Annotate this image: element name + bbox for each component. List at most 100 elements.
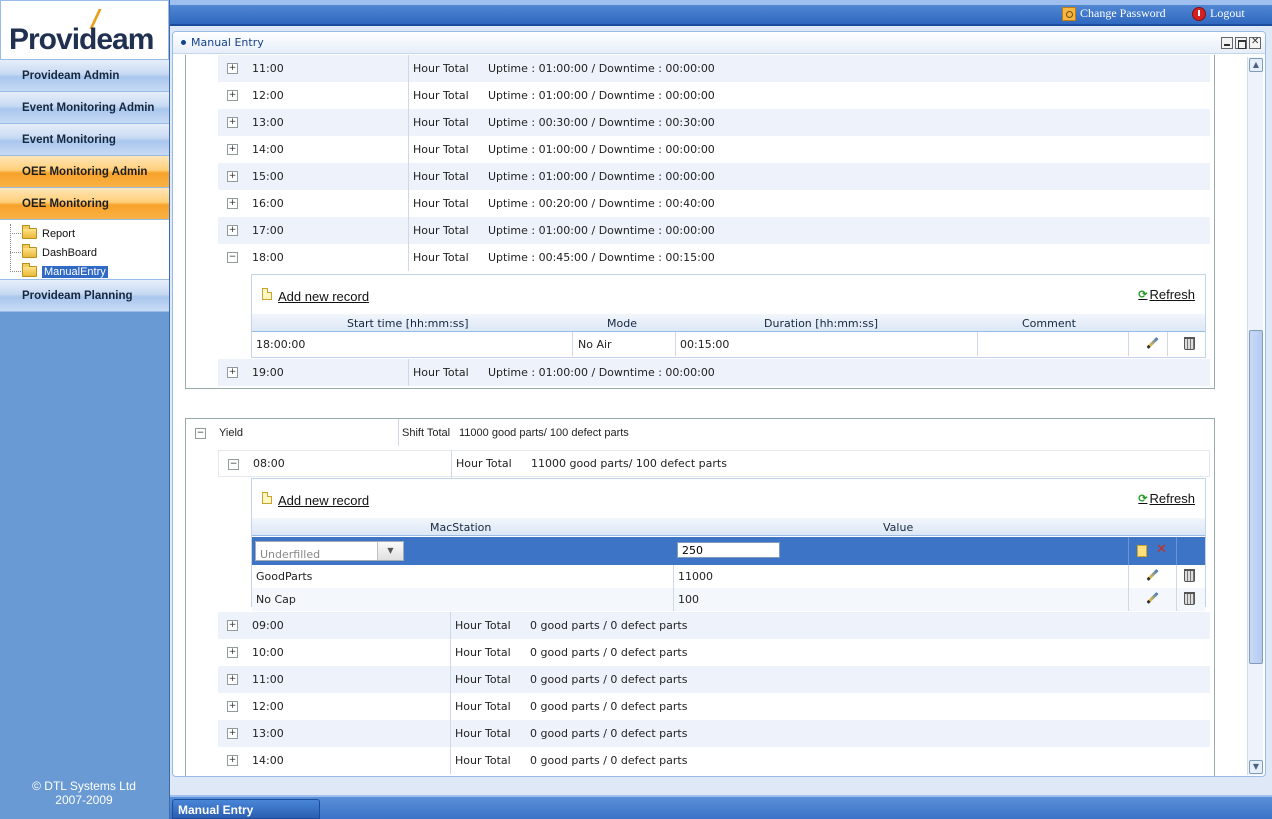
table-row[interactable]: GoodParts 11000 <box>252 565 1205 588</box>
expand-plus-icon[interactable]: + <box>227 367 238 378</box>
change-password-link[interactable]: Change Password <box>1062 6 1166 21</box>
col-divider <box>408 82 409 109</box>
hour-row[interactable]: +10:00 Hour Total 0 good parts / 0 defect … <box>218 639 1210 666</box>
trash-icon[interactable] <box>1184 592 1195 605</box>
expand-plus-icon[interactable]: + <box>227 63 238 74</box>
start-time-cell: 18:00:00 <box>256 338 306 351</box>
hour-row-08[interactable]: − 08:00 Hour Total 11000 good parts/ 100… <box>218 450 1210 478</box>
tree-item-manualentry[interactable]: ManualEntry <box>10 262 169 281</box>
col-divider <box>673 588 674 611</box>
trash-icon[interactable] <box>1184 337 1195 350</box>
hour-row-19[interactable]: + 19:00 Hour Total Uptime : 01:00:00 / D… <box>218 359 1210 386</box>
nav-oee-monitoring-admin[interactable]: OEE Monitoring Admin <box>0 156 169 188</box>
collapse-minus-icon[interactable]: − <box>227 252 238 263</box>
scroll-down-icon[interactable]: ▼ <box>1249 760 1263 774</box>
edit-pencil-icon[interactable] <box>1145 337 1159 351</box>
expand-plus-icon[interactable]: + <box>227 755 238 766</box>
hour-row[interactable]: +13:00 Hour Total Uptime : 00:30:00 / Down… <box>218 109 1210 136</box>
hour-row[interactable]: +17:00 Hour Total Uptime : 01:00:00 / Down… <box>218 217 1210 244</box>
expand-plus-icon[interactable]: + <box>227 117 238 128</box>
hour-row[interactable]: +12:00 Hour Total 0 good parts / 0 defect … <box>218 693 1210 720</box>
col-divider <box>408 136 409 163</box>
edit-pencil-icon[interactable] <box>1145 592 1159 606</box>
bullet-icon <box>181 40 186 45</box>
nav-event-monitoring[interactable]: Event Monitoring <box>0 124 169 156</box>
col-divider <box>408 244 409 271</box>
expand-plus-icon[interactable]: + <box>227 728 238 739</box>
expand-plus-icon[interactable]: + <box>227 674 238 685</box>
tree-item-report[interactable]: Report <box>10 224 169 243</box>
hour-row[interactable]: +14:00 Hour Total Uptime : 01:00:00 / Down… <box>218 136 1210 163</box>
expand-plus-icon[interactable]: + <box>227 198 238 209</box>
nav-oee-monitoring[interactable]: OEE Monitoring <box>0 188 169 220</box>
scroll-up-icon[interactable]: ▲ <box>1249 58 1263 72</box>
hour-row[interactable]: +15:00 Hour Total Uptime : 01:00:00 / Down… <box>218 163 1210 190</box>
refresh-link[interactable]: ⟳ Refresh <box>1138 287 1195 302</box>
task-tab-manual-entry[interactable]: Manual Entry <box>172 799 320 819</box>
hour-row[interactable]: +16:00 Hour Total Uptime : 00:20:00 / Down… <box>218 190 1210 217</box>
nav-provideam-planning[interactable]: Provideam Planning <box>0 280 169 312</box>
nav-event-monitoring-admin[interactable]: Event Monitoring Admin <box>0 92 169 124</box>
add-label: Add new record <box>278 493 370 508</box>
vertical-scrollbar[interactable]: ▲ ▼ <box>1247 57 1263 775</box>
scroll-thumb[interactable] <box>1249 330 1263 664</box>
hour-summary: Uptime : 01:00:00 / Downtime : 00:00:00 <box>488 366 715 379</box>
nav-label: Event Monitoring Admin <box>22 101 155 114</box>
table-row[interactable]: No Cap 100 <box>252 588 1205 611</box>
mode-cell: No Air <box>578 338 612 351</box>
hour-row[interactable]: +14:00 Hour Total 0 good parts / 0 defect … <box>218 747 1210 774</box>
tree-item-dashboard[interactable]: DashBoard <box>10 243 169 262</box>
value-cell: 11000 <box>678 570 713 583</box>
station-cell: GoodParts <box>256 570 313 583</box>
col-divider <box>408 359 409 386</box>
hour-row[interactable]: +12:00 Hour Total Uptime : 01:00:00 / Down… <box>218 82 1210 109</box>
col-divider <box>1167 332 1168 356</box>
table-row[interactable]: 18:00:00 No Air 00:15:00 <box>252 332 1205 356</box>
hour-row[interactable]: +09:00 Hour Total 0 good parts / 0 defect … <box>218 612 1210 639</box>
minimize-button[interactable] <box>1221 37 1233 49</box>
col-divider <box>450 666 451 693</box>
hour-row[interactable]: +11:00 Hour Total 0 good parts / 0 defect … <box>218 666 1210 693</box>
cancel-x-icon[interactable]: ✕ <box>1156 542 1167 557</box>
expand-plus-icon[interactable]: + <box>227 171 238 182</box>
copyright-years: 2007-2009 <box>55 793 113 807</box>
col-divider <box>675 332 676 356</box>
hour-summary: Uptime : 00:30:00 / Downtime : 00:30:00 <box>488 116 715 129</box>
add-new-record-link[interactable]: Add new record <box>262 287 369 304</box>
col-divider <box>398 419 399 446</box>
hour-row[interactable]: − 18:00 Hour Total Uptime : 00:45:00 / Down… <box>218 244 1210 271</box>
expand-plus-icon[interactable]: + <box>227 620 238 631</box>
edit-pencil-icon[interactable] <box>1145 569 1159 583</box>
collapse-minus-icon[interactable]: − <box>195 428 206 439</box>
expand-plus-icon[interactable]: + <box>227 144 238 155</box>
grid-header: MacStation Value <box>252 518 1205 536</box>
col-macstation: MacStation <box>430 521 492 534</box>
refresh-icon: ⟳ <box>1138 493 1148 505</box>
refresh-link[interactable]: ⟳ Refresh <box>1138 491 1195 506</box>
expand-plus-icon[interactable]: + <box>227 90 238 101</box>
hour-time: 12:00 <box>252 700 284 713</box>
close-button[interactable] <box>1249 36 1261 49</box>
expand-plus-icon[interactable]: + <box>227 225 238 236</box>
yield-header-row[interactable]: − Yield Shift Total 11000 good parts/ 10… <box>186 419 1214 446</box>
save-icon[interactable] <box>1137 545 1147 557</box>
expand-plus-icon[interactable]: + <box>227 647 238 658</box>
hour-row[interactable]: +11:00 Hour Total Uptime : 01:00:00 / Down… <box>218 55 1210 82</box>
add-new-record-link[interactable]: Add new record <box>262 491 370 508</box>
collapse-minus-icon[interactable]: − <box>228 459 239 470</box>
hour-row[interactable]: +13:00 Hour Total 0 good parts / 0 defect … <box>218 720 1210 747</box>
chevron-down-icon[interactable]: ▼ <box>377 542 403 560</box>
grid-header: Start time [hh:mm:ss] Mode Duration [hh:… <box>252 314 1205 332</box>
expand-plus-icon[interactable]: + <box>227 701 238 712</box>
maximize-button[interactable] <box>1235 37 1247 49</box>
hour-total-label: Hour Total <box>413 89 469 102</box>
sidebar: Provideam Provideam Admin Event Monitori… <box>0 0 170 819</box>
nav-provideam-admin[interactable]: Provideam Admin <box>0 60 169 92</box>
col-divider <box>450 639 451 666</box>
hour-total-label: Hour Total <box>455 619 511 632</box>
hour-summary: Uptime : 01:00:00 / Downtime : 00:00:00 <box>488 170 715 183</box>
value-input[interactable] <box>677 542 780 558</box>
logout-link[interactable]: Logout <box>1192 6 1245 21</box>
macstation-combo[interactable]: Underfilled ▼ <box>255 541 404 561</box>
trash-icon[interactable] <box>1184 569 1195 582</box>
